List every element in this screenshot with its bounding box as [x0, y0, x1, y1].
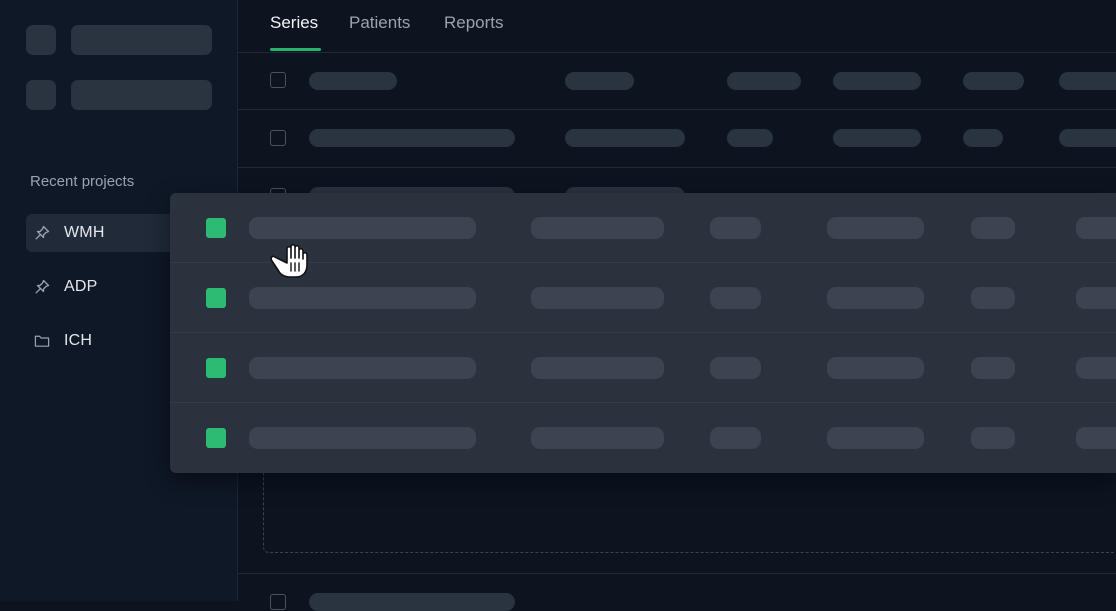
column-header-placeholder [1059, 72, 1116, 90]
cell-placeholder [710, 427, 761, 449]
sidebar-item-placeholder [71, 80, 212, 110]
selected-row-marker [206, 428, 226, 448]
row-divider [238, 573, 1116, 574]
column-header-placeholder [565, 72, 634, 90]
grab-hand-icon [266, 237, 312, 283]
row-divider [238, 109, 1116, 110]
tab-bar: Series Patients Reports [238, 0, 1116, 53]
cell-placeholder [1076, 287, 1116, 309]
cell-placeholder [531, 217, 664, 239]
cell-placeholder [710, 357, 761, 379]
drag-preview[interactable] [170, 193, 1116, 473]
cell-placeholder [710, 287, 761, 309]
pin-icon [34, 225, 50, 241]
drop-zone[interactable] [263, 470, 1116, 553]
tab-series[interactable]: Series [270, 13, 318, 33]
cell-placeholder [309, 129, 515, 147]
tab-reports[interactable]: Reports [444, 13, 504, 33]
column-header-placeholder [963, 72, 1024, 90]
sidebar-icon-placeholder [26, 80, 56, 110]
column-header-placeholder [309, 72, 397, 90]
cell-placeholder [1076, 357, 1116, 379]
sidebar-logo-placeholder [26, 25, 56, 55]
cell-placeholder [827, 357, 924, 379]
cell-placeholder [531, 427, 664, 449]
recent-projects-title: Recent projects [30, 173, 135, 190]
cell-placeholder [1076, 217, 1116, 239]
cell-placeholder [963, 129, 1003, 147]
project-label: WMH [64, 224, 105, 241]
selected-row-marker [206, 218, 226, 238]
cell-placeholder [249, 287, 476, 309]
cell-placeholder [249, 357, 476, 379]
row-checkbox[interactable] [270, 130, 286, 146]
cell-placeholder [531, 357, 664, 379]
cell-placeholder [1059, 129, 1116, 147]
cell-placeholder [971, 287, 1015, 309]
select-all-checkbox[interactable] [270, 72, 286, 88]
column-header-placeholder [833, 72, 921, 90]
cell-placeholder [531, 287, 664, 309]
cell-placeholder [710, 217, 761, 239]
dragged-row [170, 403, 1116, 473]
cell-placeholder [1076, 427, 1116, 449]
tab-patients[interactable]: Patients [349, 13, 410, 33]
cell-placeholder [309, 593, 515, 611]
cell-placeholder [827, 287, 924, 309]
column-header-placeholder [727, 72, 801, 90]
cell-placeholder [833, 129, 921, 147]
row-checkbox[interactable] [270, 594, 286, 610]
selected-row-marker [206, 358, 226, 378]
folder-icon [34, 333, 50, 349]
cell-placeholder [565, 129, 685, 147]
cell-placeholder [727, 129, 773, 147]
pin-icon [34, 279, 50, 295]
cell-placeholder [827, 217, 924, 239]
cell-placeholder [249, 217, 476, 239]
selected-row-marker [206, 288, 226, 308]
cell-placeholder [971, 427, 1015, 449]
project-label: ICH [64, 332, 93, 349]
project-label: ADP [64, 278, 98, 295]
dragged-row [170, 333, 1116, 403]
cell-placeholder [249, 427, 476, 449]
cell-placeholder [971, 357, 1015, 379]
active-tab-indicator [270, 48, 321, 51]
sidebar-title-placeholder [71, 25, 212, 55]
row-divider [238, 167, 1116, 168]
cell-placeholder [971, 217, 1015, 239]
cell-placeholder [827, 427, 924, 449]
